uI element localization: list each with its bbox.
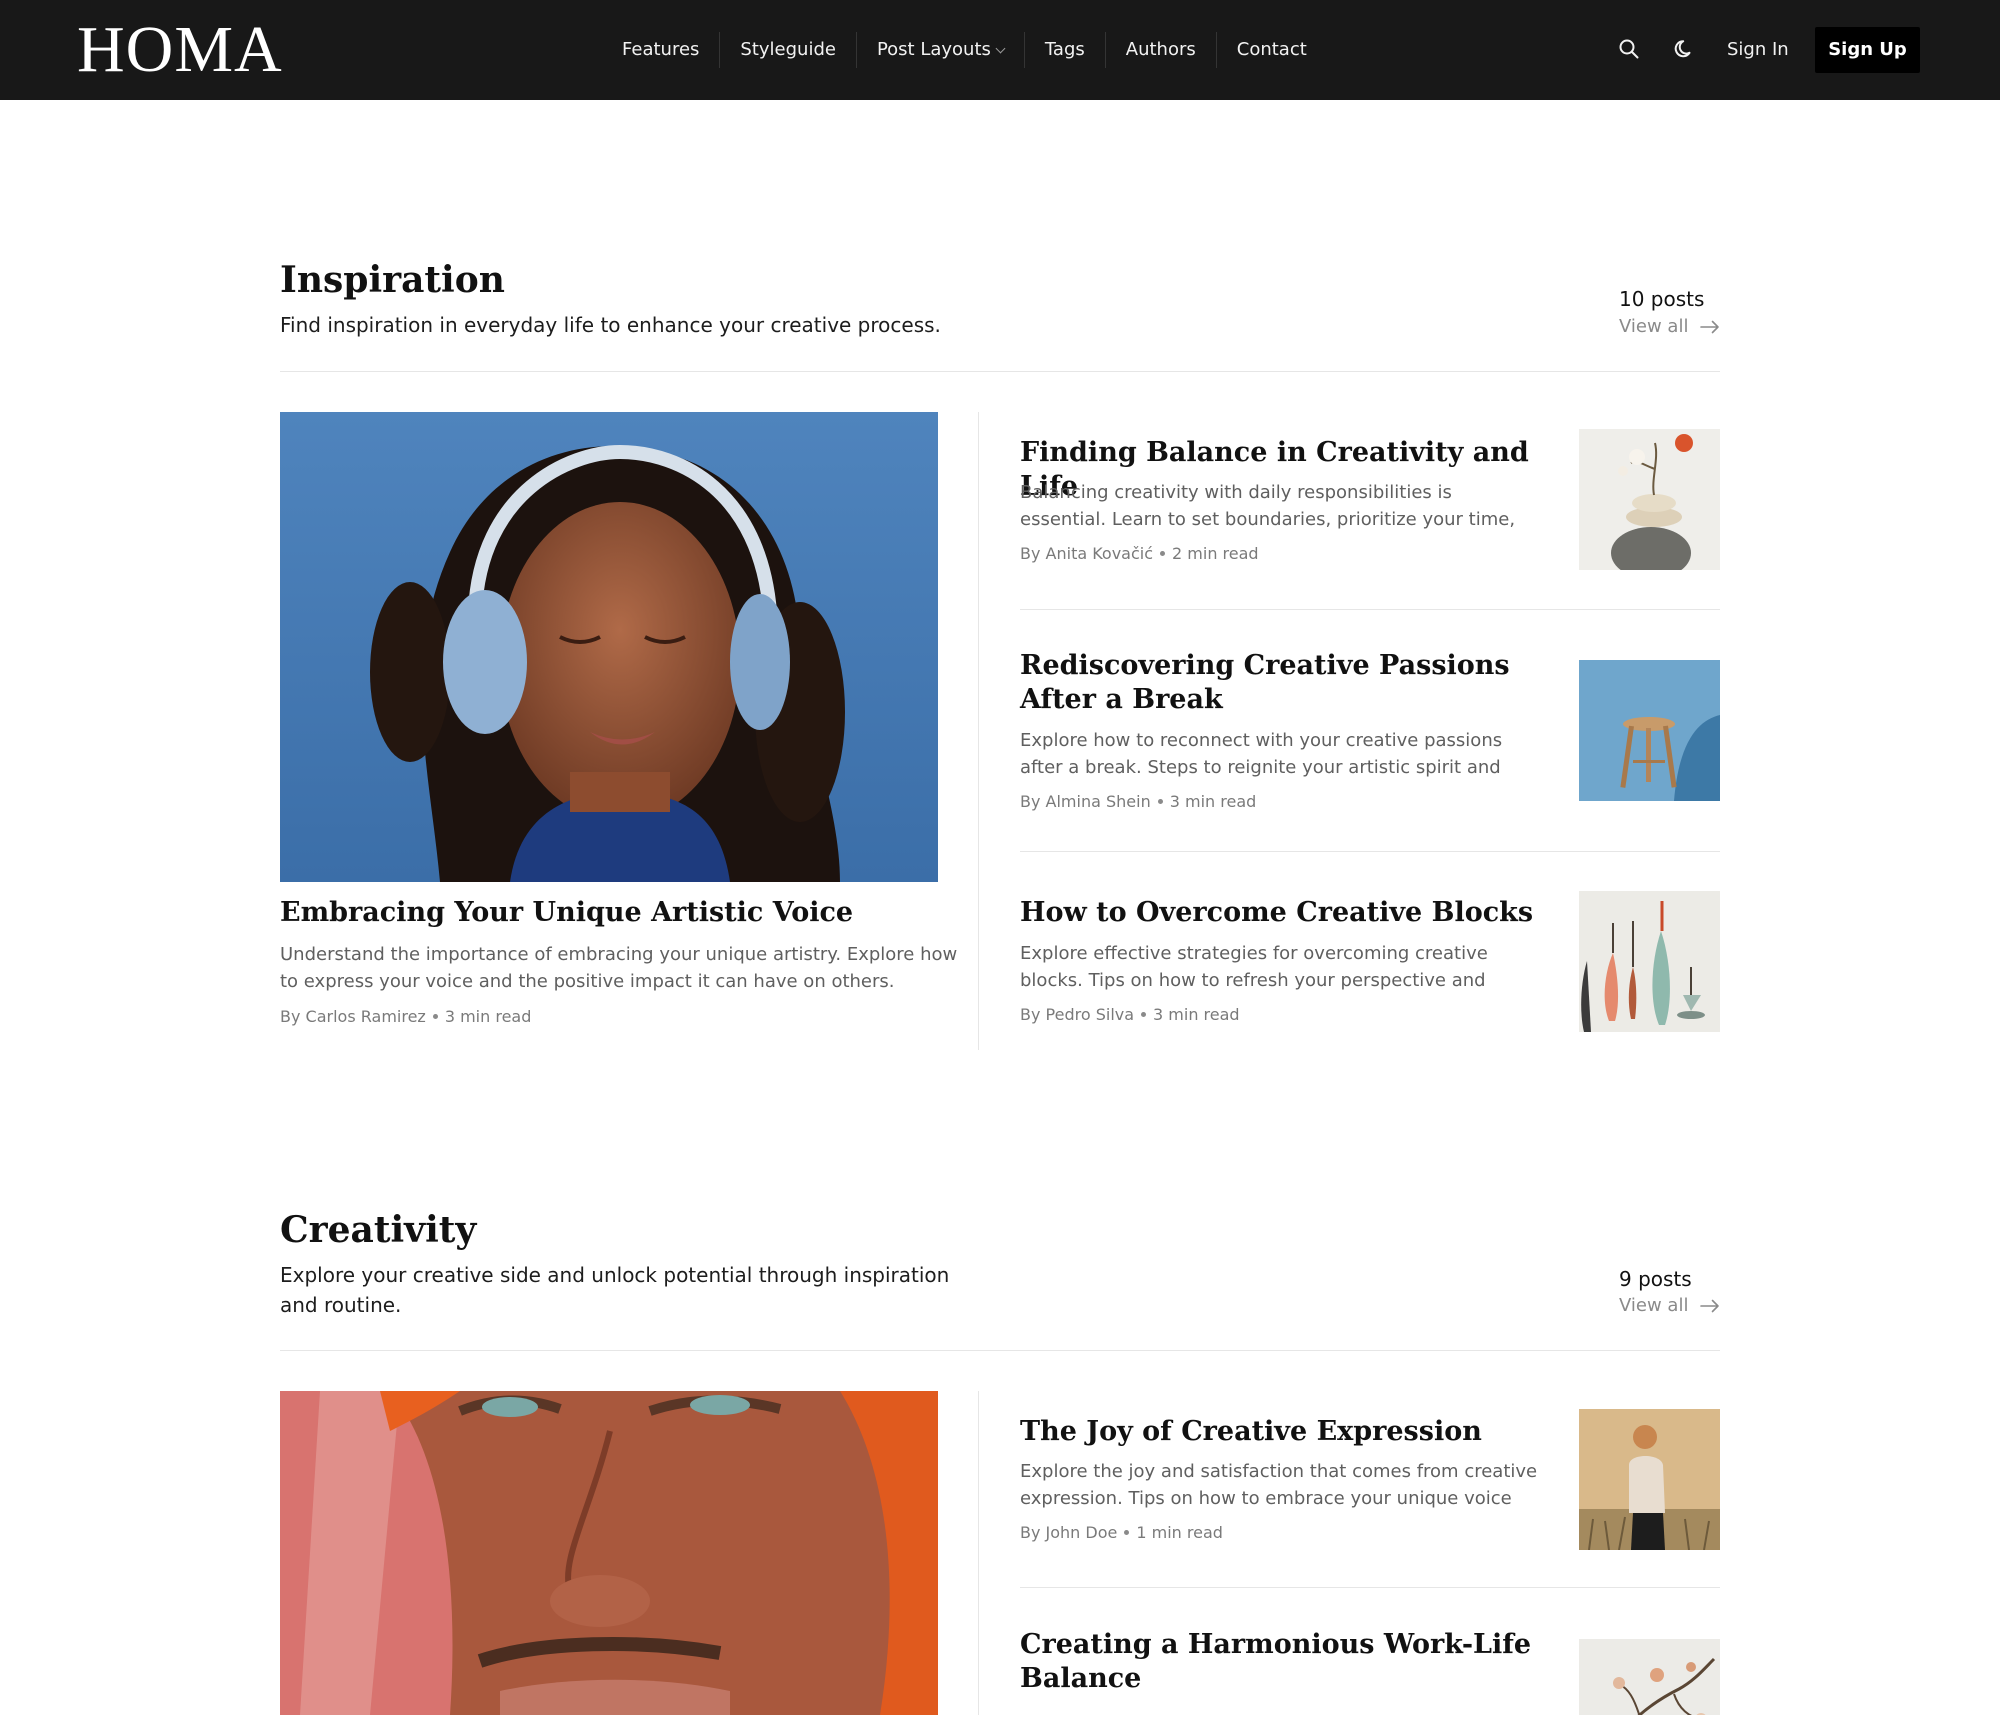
- post-excerpt: Explore effective strategies for overcom…: [1020, 943, 1488, 991]
- nav-item-label: Authors: [1125, 39, 1196, 60]
- site-logo[interactable]: HOMA: [77, 14, 283, 86]
- section-description: Explore your creative side and unlock po…: [280, 1263, 950, 1317]
- column-divider: [978, 1391, 979, 1715]
- post-thumbnail[interactable]: [1579, 660, 1720, 801]
- chevron-down-icon: [995, 43, 1006, 54]
- post-author[interactable]: By Anita Kovačić: [1020, 544, 1153, 563]
- nav-item-label: Contact: [1236, 39, 1307, 60]
- section-title: Inspiration: [280, 259, 505, 301]
- post-thumbnail[interactable]: [1579, 1409, 1720, 1550]
- meta-separator: [1160, 551, 1166, 556]
- post-divider: [1020, 851, 1720, 852]
- meta-separator: [1157, 799, 1163, 804]
- meta-separator: [432, 1014, 438, 1019]
- post-count: 9 posts: [1619, 1267, 1692, 1291]
- nav-item-post-layouts[interactable]: Post Layouts: [855, 32, 1024, 68]
- nav-item-authors[interactable]: Authors: [1104, 32, 1216, 68]
- post-excerpt: Explore how to reconnect with your creat…: [1020, 730, 1503, 778]
- post-divider: [1020, 1587, 1720, 1588]
- view-all-label: View all: [1619, 1295, 1689, 1316]
- post-author[interactable]: By John Doe: [1020, 1523, 1117, 1542]
- nav-item-tags[interactable]: Tags: [1023, 32, 1105, 68]
- nav-item-label: Styleguide: [740, 39, 836, 60]
- post-author[interactable]: By Pedro Silva: [1020, 1005, 1134, 1024]
- arrow-right-icon: [1700, 1299, 1720, 1313]
- read-time: 1 min read: [1136, 1523, 1223, 1542]
- post-title[interactable]: Creating a Harmonious Work-Life Balance: [1020, 1628, 1540, 1696]
- post-author[interactable]: By Carlos Ramirez: [280, 1007, 426, 1026]
- post-meta: By Pedro Silva 3 min read: [1020, 1004, 1240, 1026]
- post-meta: By Anita Kovačić 2 min read: [1020, 543, 1259, 565]
- read-time: 3 min read: [1169, 792, 1257, 811]
- post-excerpt: Explore the joy and satisfaction that co…: [1020, 1461, 1538, 1509]
- view-all-label: View all: [1619, 316, 1689, 337]
- read-time: 3 min read: [444, 1007, 532, 1026]
- site-header: HOMA Features Styleguide Post Layouts Ta…: [0, 0, 2000, 100]
- nav-item-label: Post Layouts: [876, 39, 991, 60]
- nav-item-contact[interactable]: Contact: [1215, 32, 1327, 68]
- post-meta: By Almina Shein 3 min read: [1020, 791, 1256, 813]
- view-all-link[interactable]: View all: [1619, 314, 1720, 340]
- arrow-right-icon: [1700, 320, 1720, 334]
- read-time: 2 min read: [1172, 544, 1259, 563]
- post-meta: By Carlos Ramirez 3 min read: [280, 1006, 531, 1028]
- post-count: 10 posts: [1619, 287, 1705, 311]
- post-author[interactable]: By Almina Shein: [1020, 792, 1151, 811]
- search-icon[interactable]: [1618, 38, 1640, 60]
- section-description: Find inspiration in everyday life to enh…: [280, 313, 941, 337]
- section-title: Creativity: [280, 1209, 477, 1251]
- nav-item-label: Tags: [1044, 39, 1085, 60]
- meta-separator: [1124, 1530, 1130, 1535]
- section-divider: [280, 371, 1720, 372]
- post-title[interactable]: Rediscovering Creative Passions After a …: [1020, 649, 1540, 717]
- post-excerpt: Balancing creativity with daily responsi…: [1020, 482, 1516, 530]
- view-all-link[interactable]: View all: [1619, 1293, 1720, 1319]
- post-divider: [1020, 609, 1720, 610]
- post-thumbnail[interactable]: [1579, 1639, 1720, 1715]
- featured-post-excerpt: Understand the importance of embracing y…: [280, 944, 958, 992]
- sign-in-link[interactable]: Sign In: [1727, 32, 1789, 68]
- post-thumbnail[interactable]: [1579, 891, 1720, 1032]
- column-divider: [978, 412, 979, 1050]
- featured-post-title[interactable]: Embracing Your Unique Artistic Voice: [280, 896, 960, 930]
- post-meta: By John Doe 1 min read: [1020, 1522, 1223, 1544]
- moon-icon[interactable]: [1674, 38, 1696, 60]
- post-thumbnail[interactable]: [1579, 429, 1720, 570]
- post-title[interactable]: The Joy of Creative Expression: [1020, 1415, 1540, 1449]
- featured-post-image[interactable]: [280, 1391, 938, 1715]
- sign-up-button[interactable]: Sign Up: [1815, 27, 1920, 73]
- nav-item-styleguide[interactable]: Styleguide: [719, 32, 856, 68]
- read-time: 3 min read: [1153, 1005, 1240, 1024]
- meta-separator: [1141, 1012, 1147, 1017]
- post-title[interactable]: How to Overcome Creative Blocks: [1020, 896, 1540, 930]
- featured-post-image[interactable]: [280, 412, 938, 882]
- main-nav: Features Styleguide Post Layouts Tags Au…: [602, 32, 1327, 68]
- nav-item-label: Features: [622, 39, 700, 60]
- nav-item-features[interactable]: Features: [602, 32, 719, 68]
- section-divider: [280, 1350, 1720, 1351]
